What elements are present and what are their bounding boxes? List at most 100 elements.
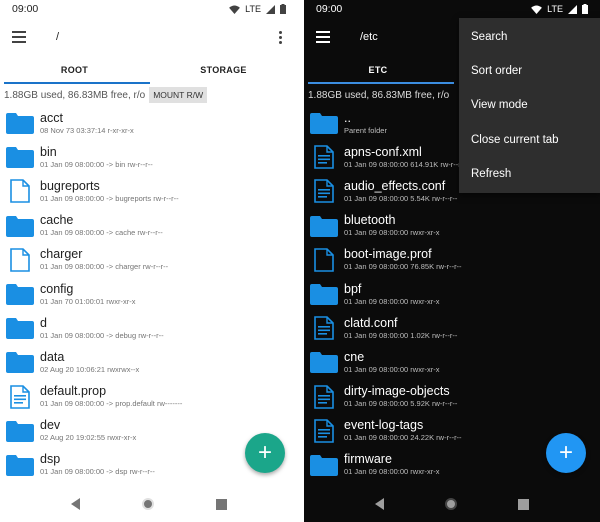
- file-info: 01 Jan 09 08:00:00 rwxr-xr-x: [344, 467, 440, 477]
- file-row[interactable]: dirty-image-objects 01 Jan 09 08:00:00 5.…: [304, 380, 600, 414]
- file-row[interactable]: boot-image.prof 01 Jan 09 08:00:00 76.85K…: [304, 243, 600, 277]
- file-name: firmware: [344, 452, 392, 467]
- menu-item-close-current-tab[interactable]: Close current tab: [459, 123, 600, 157]
- back-icon[interactable]: [374, 498, 384, 510]
- folder-icon: [310, 214, 338, 238]
- menu-item-view-mode[interactable]: View mode: [459, 88, 600, 122]
- add-fab-button[interactable]: +: [546, 433, 586, 473]
- file-row[interactable]: config 01 Jan 70 01:00:01 rwxr-xr-x: [0, 277, 298, 311]
- hamburger-menu-icon[interactable]: [12, 31, 32, 43]
- recent-apps-icon[interactable]: [518, 498, 530, 510]
- file-meta: dsp 01 Jan 09 08:00:00 -> dsp rw-r--r--: [40, 452, 155, 477]
- mount-rw-button[interactable]: MOUNT R/W: [149, 87, 208, 103]
- file-row[interactable]: charger 01 Jan 09 08:00:00 -> charger rw-…: [0, 243, 298, 277]
- file-meta: bpf 01 Jan 09 08:00:00 rwxr-xr-x: [344, 282, 439, 307]
- file-row[interactable]: bugreports 01 Jan 09 08:00:00 -> bugrepor…: [0, 174, 298, 208]
- file-meta: boot-image.prof 01 Jan 09 08:00:00 76.85K…: [344, 247, 462, 272]
- home-icon[interactable]: [444, 498, 457, 510]
- status-time: 09:00: [12, 3, 39, 15]
- file-name: event-log-tags: [344, 418, 424, 433]
- file-meta: bluetooth 01 Jan 09 08:00:00 rwxr-xr-x: [344, 213, 439, 238]
- add-fab-button[interactable]: +: [245, 433, 285, 473]
- file-name: charger: [40, 247, 83, 262]
- home-icon[interactable]: [142, 498, 154, 510]
- left-screen: 09:00 LTE / ROOT STORAGE 1.88GB used, 86…: [0, 0, 298, 522]
- active-tab-indicator: [4, 82, 150, 84]
- folder-icon: [6, 350, 34, 374]
- overflow-menu: Search Sort order View mode Close current t…: [459, 18, 600, 193]
- file-meta: cache 01 Jan 09 08:00:00 -> cache rw-r--r…: [40, 213, 163, 238]
- file-list: acct 08 Nov 73 03:37:14 r-xr-xr-x bin 01 Ja…: [0, 106, 298, 486]
- file-row[interactable]: data 02 Aug 20 10:06:21 rwxrwx--x: [0, 345, 298, 379]
- folder-icon: [6, 145, 34, 169]
- toolbar: /: [0, 18, 298, 56]
- storage-info: 1.88GB used, 86.83MB free, r/o: [308, 89, 450, 101]
- signal-icon: [568, 4, 577, 14]
- file-info: 01 Jan 09 08:00:00 rwxr-xr-x: [344, 296, 440, 306]
- file-icon: [6, 179, 34, 204]
- file-meta: .. Parent folder: [344, 111, 387, 136]
- file-name: acct: [40, 110, 63, 125]
- file-info: 02 Aug 20 10:06:21 rwxrwx--x: [40, 364, 140, 374]
- file-name: apns-conf.xml: [344, 144, 422, 159]
- file-row[interactable]: bpf 01 Jan 09 08:00:00 rwxr-xr-x: [304, 277, 600, 311]
- file-row[interactable]: clatd.conf 01 Jan 09 08:00:00 1.02K rw-r-…: [304, 311, 600, 345]
- folder-icon: [310, 350, 338, 374]
- network-type: LTE: [245, 4, 261, 14]
- file-name: dirty-image-objects: [344, 384, 450, 399]
- battery-icon: [280, 4, 286, 14]
- file-meta: cne 01 Jan 09 08:00:00 rwxr-xr-x: [344, 350, 439, 375]
- file-info: 01 Jan 09 08:00:00 -> cache rw-r--r--: [40, 228, 163, 238]
- file-info: 02 Aug 20 19:02:55 rwxr-xr-x: [40, 433, 137, 443]
- file-row[interactable]: default.prop 01 Jan 09 08:00:00 -> prop.d…: [0, 380, 298, 414]
- file-meta: dirty-image-objects 01 Jan 09 08:00:00 5.…: [344, 384, 457, 409]
- right-screen: 09:00 LTE /etc ETC 1.88GB used, 86.83MB …: [304, 0, 600, 522]
- file-meta: bugreports 01 Jan 09 08:00:00 -> bugrepor…: [40, 179, 179, 204]
- text-file-icon: [310, 145, 338, 170]
- folder-icon: [6, 214, 34, 238]
- tab-root[interactable]: ROOT: [0, 56, 149, 84]
- file-name: bpf: [344, 281, 362, 296]
- file-name: data: [40, 349, 65, 364]
- file-row[interactable]: bluetooth 01 Jan 09 08:00:00 rwxr-xr-x: [304, 209, 600, 243]
- file-row[interactable]: bin 01 Jan 09 08:00:00 -> bin rw-r--r--: [0, 140, 298, 174]
- tab-storage[interactable]: STORAGE: [149, 56, 298, 84]
- file-meta: audio_effects.conf 01 Jan 09 08:00:00 5.5…: [344, 179, 457, 204]
- navigation-bar: [0, 486, 298, 522]
- file-info: 01 Jan 09 08:00:00 -> dsp rw-r--r--: [40, 467, 155, 477]
- back-icon[interactable]: [71, 498, 80, 510]
- menu-item-search[interactable]: Search: [459, 20, 600, 54]
- file-row[interactable]: cne 01 Jan 09 08:00:00 rwxr-xr-x: [304, 345, 600, 379]
- file-info: 08 Nov 73 03:37:14 r-xr-xr-x: [40, 125, 134, 135]
- file-meta: acct 08 Nov 73 03:37:14 r-xr-xr-x: [40, 111, 134, 136]
- menu-item-sort-order[interactable]: Sort order: [459, 54, 600, 88]
- wifi-icon: [229, 4, 241, 14]
- status-time: 09:00: [316, 3, 343, 15]
- file-row[interactable]: d 01 Jan 09 08:00:00 -> debug rw-r--r--: [0, 311, 298, 345]
- folder-icon: [6, 282, 34, 306]
- storage-info: 1.88GB used, 86.83MB free, r/o: [4, 89, 146, 101]
- file-meta: default.prop 01 Jan 09 08:00:00 -> prop.d…: [40, 384, 182, 409]
- file-info: 01 Jan 09 08:00:00 76.85K rw-r--r--: [344, 262, 462, 272]
- text-file-icon: [6, 384, 34, 409]
- file-info: 01 Jan 09 08:00:00 rwxr-xr-x: [344, 228, 440, 238]
- file-row[interactable]: acct 08 Nov 73 03:37:14 r-xr-xr-x: [0, 106, 298, 140]
- file-info: 01 Jan 70 01:00:01 rwxr-xr-x: [40, 296, 136, 306]
- file-name: cne: [344, 349, 365, 364]
- file-info: 01 Jan 09 08:00:00 -> bugreports rw-r--r…: [40, 193, 179, 203]
- file-info: 01 Jan 09 08:00:00 -> bin rw-r--r--: [40, 159, 153, 169]
- hamburger-menu-icon[interactable]: [316, 31, 336, 43]
- status-bar: 09:00 LTE: [304, 0, 600, 18]
- network-type: LTE: [547, 4, 563, 14]
- file-info: Parent folder: [344, 125, 387, 135]
- more-options-icon[interactable]: [274, 30, 286, 44]
- menu-item-refresh[interactable]: Refresh: [459, 157, 600, 191]
- wifi-icon: [531, 4, 543, 14]
- file-name: audio_effects.conf: [344, 178, 446, 193]
- file-row[interactable]: cache 01 Jan 09 08:00:00 -> cache rw-r--r…: [0, 209, 298, 243]
- file-meta: bin 01 Jan 09 08:00:00 -> bin rw-r--r--: [40, 145, 153, 170]
- storage-info-bar: 1.88GB used, 86.83MB free, r/o MOUNT R/W: [0, 84, 298, 106]
- tab-etc[interactable]: ETC: [304, 56, 452, 84]
- file-name: boot-image.prof: [344, 247, 432, 262]
- recent-apps-icon[interactable]: [216, 498, 227, 510]
